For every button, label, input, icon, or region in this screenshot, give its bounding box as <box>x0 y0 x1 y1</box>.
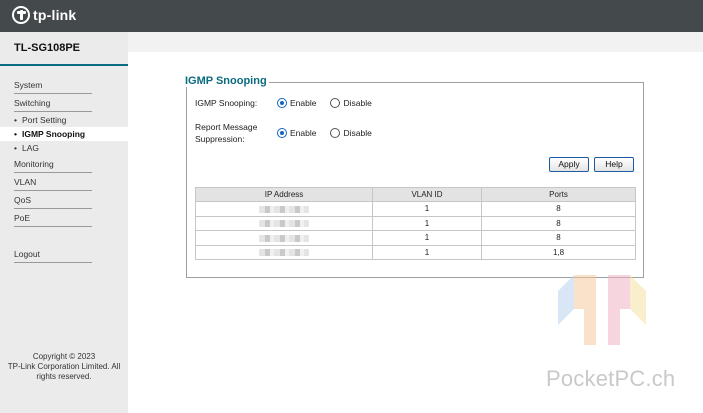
sidebar-item-label: Port Setting <box>22 115 67 125</box>
top-bar: tp-link <box>0 0 703 32</box>
sidebar-item-label: LAG <box>22 143 40 153</box>
ports-cell: 1,8 <box>481 244 636 260</box>
igmp-group-table: IP Address VLAN ID Ports 1 8 1 8 1 8 1 1… <box>195 187 636 260</box>
ip-cell <box>195 201 373 217</box>
tp-link-logo: tp-link <box>12 6 76 24</box>
ports-cell: 8 <box>481 201 636 217</box>
sidebar-item-system[interactable]: System <box>0 76 128 94</box>
sidebar-item-monitoring[interactable]: Monitoring <box>0 155 128 173</box>
tp-link-logo-icon <box>12 6 30 24</box>
sidebar-item-igmp-snooping[interactable]: • IGMP Snooping <box>0 127 128 141</box>
bullet-icon: • <box>14 143 17 153</box>
vlan-cell: 1 <box>372 215 482 231</box>
table-header-row: IP Address VLAN ID Ports <box>195 187 636 202</box>
report-suppression-row: Report Message Suppression: Enable Disab… <box>195 121 386 145</box>
radio-selected-icon <box>277 98 287 108</box>
sidebar-item-label: PoE <box>14 213 31 223</box>
sidebar-item-label: Logout <box>14 249 40 259</box>
column-header-ports: Ports <box>481 187 636 202</box>
copyright-line: Copyright © 2023 <box>32 352 96 361</box>
vlan-cell: 1 <box>372 230 482 246</box>
watermark-shape-right <box>608 275 630 345</box>
main-content: IGMP Snooping IGMP Snooping: Enable Disa… <box>128 32 703 413</box>
content-header-band <box>128 32 703 52</box>
igmp-enable-radio[interactable]: Enable <box>277 98 316 108</box>
sidebar-item-lag[interactable]: • LAG <box>0 141 128 155</box>
radio-unselected-icon <box>330 98 341 108</box>
sidebar-item-logout[interactable]: Logout <box>0 245 128 263</box>
report-label-line: Report Message <box>195 122 258 132</box>
column-header-ip: IP Address <box>195 187 373 202</box>
ip-cell <box>195 244 373 260</box>
help-button[interactable]: Help <box>594 157 634 172</box>
radio-label: Enable <box>290 98 317 108</box>
bullet-icon: • <box>14 115 17 125</box>
table-row: 1 8 <box>195 230 636 246</box>
sidebar-item-vlan[interactable]: VLAN <box>0 173 128 191</box>
vlan-cell: 1 <box>372 244 482 260</box>
report-label-line: Suppression: <box>195 134 245 144</box>
table-row: 1 8 <box>195 215 636 231</box>
column-header-vlan: VLAN ID <box>372 187 482 202</box>
ports-cell: 8 <box>481 230 636 246</box>
apply-button[interactable]: Apply <box>549 157 589 172</box>
report-enable-radio[interactable]: Enable <box>277 128 316 138</box>
sidebar-item-switching[interactable]: Switching <box>0 94 128 112</box>
radio-unselected-icon <box>330 128 341 138</box>
report-suppression-label: Report Message Suppression: <box>195 121 277 145</box>
ports-cell: 8 <box>481 215 636 231</box>
watermark-logo-icon <box>558 275 646 345</box>
redacted-ip <box>259 249 309 257</box>
igmp-snooping-panel: IGMP Snooping IGMP Snooping: Enable Disa… <box>181 75 644 278</box>
watermark-shape-yellow <box>630 275 646 325</box>
vlan-cell: 1 <box>372 201 482 217</box>
ip-cell <box>195 215 373 231</box>
sidebar-nav: System Switching • Port Setting • IGMP Sno… <box>0 76 128 263</box>
device-model: TL-SG108PE <box>0 32 128 66</box>
radio-label: Disable <box>343 128 372 138</box>
copyright-line: rights reserved. <box>36 372 92 381</box>
sidebar-item-port-setting[interactable]: • Port Setting <box>0 113 128 127</box>
igmp-disable-radio[interactable]: Disable <box>330 98 372 108</box>
copyright-line: TP-Link Corporation Limited. All <box>7 362 121 371</box>
sidebar-item-label: QoS <box>14 195 32 205</box>
sidebar-item-poe[interactable]: PoE <box>0 209 128 227</box>
sidebar-item-label: System <box>14 80 43 90</box>
sidebar: TL-SG108PE System Switching • Port Settin… <box>0 32 128 413</box>
igmp-snooping-row: IGMP Snooping: Enable Disable <box>195 97 386 109</box>
radio-selected-icon <box>277 128 287 138</box>
redacted-ip <box>259 220 309 228</box>
table-row: 1 1,8 <box>195 244 636 260</box>
report-disable-radio[interactable]: Disable <box>330 128 372 138</box>
panel-title: IGMP Snooping <box>181 75 269 87</box>
igmp-snooping-label: IGMP Snooping: <box>195 98 258 108</box>
watermark-shape-blue <box>558 275 574 325</box>
ip-cell <box>195 230 373 246</box>
radio-label: Enable <box>290 128 317 138</box>
sidebar-item-label: Monitoring <box>14 159 54 169</box>
sidebar-item-qos[interactable]: QoS <box>0 191 128 209</box>
radio-label: Disable <box>343 98 372 108</box>
watermark-text: PocketPC.ch <box>546 366 676 391</box>
copyright: Copyright © 2023 TP-Link Corporation Lim… <box>0 352 128 382</box>
sidebar-item-label: IGMP Snooping <box>22 129 86 139</box>
bullet-icon: • <box>14 129 17 139</box>
redacted-ip <box>259 205 309 213</box>
sidebar-item-label: VLAN <box>14 177 37 187</box>
sidebar-item-label: Switching <box>14 98 51 108</box>
table-row: 1 8 <box>195 201 636 217</box>
logo-text: tp-link <box>33 7 77 23</box>
watermark-shape-left <box>574 275 596 345</box>
redacted-ip <box>259 234 309 242</box>
